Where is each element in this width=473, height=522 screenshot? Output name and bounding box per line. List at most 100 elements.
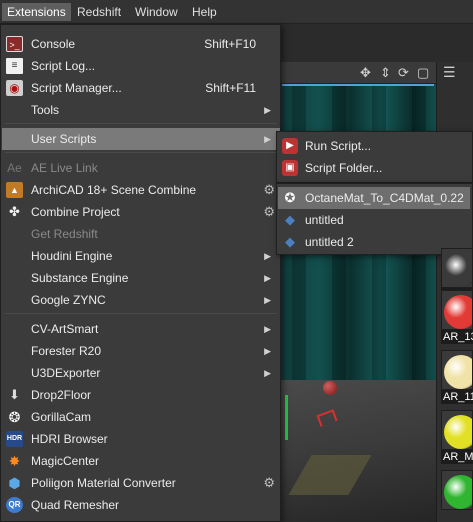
hdri-browser-icon: HDR — [6, 431, 23, 447]
menu-item-run-script[interactable]: ▶ Run Script... — [278, 135, 470, 157]
submenu-arrow-icon: ▶ — [264, 273, 271, 283]
menu-item-label: Quad Remesher — [31, 498, 120, 512]
menu-item-label: Get Redshift — [31, 227, 98, 241]
menu-item-google-zync[interactable]: Google ZYNC ▶ — [2, 289, 280, 311]
combine-project-icon: ✤ — [9, 204, 20, 219]
material-preview — [441, 410, 473, 450]
menu-item-label: Script Folder... — [305, 161, 383, 175]
hamburger-menu-icon[interactable]: ☰ — [443, 64, 456, 81]
menu-item-label: Substance Engine — [31, 271, 129, 285]
shortcut-label: Shift+F10 — [204, 37, 256, 51]
menu-item-get-redshift: Get Redshift — [2, 223, 280, 245]
console-icon: >_ — [6, 36, 23, 52]
menu-item-label: Google ZYNC — [31, 293, 106, 307]
gear-icon[interactable]: ⚙ — [263, 179, 275, 201]
menu-item-label: untitled 2 — [305, 235, 354, 249]
material-swatch[interactable]: AR_M — [441, 410, 473, 464]
material-label: AR_M — [441, 450, 473, 464]
menu-item-label: CV-ArtSmart — [31, 322, 99, 336]
menu-separator — [5, 123, 277, 124]
menu-item-cv-artsmart[interactable]: CV-ArtSmart ▶ — [2, 318, 280, 340]
material-ball — [444, 253, 472, 287]
menu-item-combine-project[interactable]: ✤ Combine Project ⚙ — [2, 201, 280, 223]
menu-item-substance-engine[interactable]: Substance Engine ▶ — [2, 267, 280, 289]
menu-item-untitled[interactable]: ◆ untitled — [278, 209, 470, 231]
menu-item-label: Script Manager... — [31, 81, 122, 95]
menu-item-script-manager[interactable]: ◉ Script Manager... Shift+F11 — [2, 77, 280, 99]
menu-item-hdri-browser[interactable]: HDR HDRI Browser — [2, 428, 280, 450]
menu-item-label: Script Log... — [31, 59, 96, 73]
menu-item-houdini-engine[interactable]: Houdini Engine ▶ — [2, 245, 280, 267]
menu-item-console[interactable]: >_ Console Shift+F10 — [2, 33, 280, 55]
submenu-arrow-icon: ▶ — [264, 251, 271, 261]
material-swatch[interactable]: AR_13 — [441, 290, 473, 344]
material-ball — [444, 295, 472, 329]
submenu-arrow-icon: ▶ — [264, 295, 271, 305]
menu-item-label: Forester R20 — [31, 344, 102, 358]
menu-item-u3dexporter[interactable]: U3DExporter ▶ — [2, 362, 280, 384]
material-swatch[interactable] — [441, 470, 473, 510]
menu-item-script-folder[interactable]: ▣ Script Folder... — [278, 157, 470, 179]
menu-item-label: AE Live Link — [31, 161, 98, 175]
material-label: AR_13 — [441, 330, 473, 344]
menu-item-label: untitled — [305, 213, 344, 227]
viewport-floor — [280, 380, 436, 522]
menu-item-script-log[interactable]: ≡ Script Log... — [2, 55, 280, 77]
menu-window[interactable]: Window — [130, 3, 183, 21]
y-axis-handle[interactable] — [285, 395, 288, 440]
material-preview — [441, 350, 473, 390]
material-swatch[interactable]: AR_11 — [441, 350, 473, 404]
menu-item-archicad[interactable]: ▲ ArchiCAD 18+ Scene Combine ⚙ — [2, 179, 280, 201]
menu-item-tools[interactable]: Tools ▶ — [2, 99, 280, 121]
menu-item-magiccenter[interactable]: ✸ MagicCenter — [2, 450, 280, 472]
menu-item-label: Houdini Engine — [31, 249, 113, 263]
gear-icon[interactable]: ⚙ — [263, 201, 275, 223]
menu-item-user-scripts[interactable]: User Scripts ▶ — [2, 128, 280, 150]
menu-item-label: U3DExporter — [31, 366, 101, 380]
menu-item-label: Combine Project — [31, 205, 120, 219]
dolly-icon[interactable]: ⇕ — [380, 65, 391, 81]
menu-item-label: Run Script... — [305, 139, 372, 153]
menu-separator — [5, 152, 277, 153]
viewport-toolbar: ✥ ⇕ ⟳ ▢ — [280, 62, 436, 84]
menu-extensions[interactable]: Extensions — [2, 3, 71, 21]
move-icon[interactable]: ✥ — [360, 65, 371, 81]
user-scripts-submenu: ▶ Run Script... ▣ Script Folder... — [276, 131, 473, 183]
red-sphere-object[interactable] — [323, 381, 337, 395]
scripts-submenu: ✪ OctaneMat_To_C4DMat_0.22 ◆ untitled ◆ … — [276, 183, 473, 255]
submenu-arrow-icon: ▶ — [264, 324, 271, 334]
menu-item-poliigon[interactable]: ⬢ Poliigon Material Converter ⚙ — [2, 472, 280, 494]
script-folder-icon: ▣ — [282, 160, 298, 176]
menu-item-label: OctaneMat_To_C4DMat_0.22 — [305, 191, 464, 205]
rotate-icon[interactable]: ⟳ — [398, 65, 409, 81]
material-preview — [441, 290, 473, 330]
python-icon: ◆ — [285, 234, 295, 249]
menu-item-quad-remesher[interactable]: QR Quad Remesher — [2, 494, 280, 516]
submenu-arrow-icon: ▶ — [264, 346, 271, 356]
maximize-icon[interactable]: ▢ — [417, 65, 429, 81]
run-script-icon: ▶ — [282, 138, 298, 154]
menu-help[interactable]: Help — [187, 3, 222, 21]
archicad-icon: ▲ — [6, 182, 23, 198]
submenu-arrow-icon: ▶ — [264, 134, 271, 144]
material-ball — [444, 355, 472, 389]
gear-icon[interactable]: ⚙ — [263, 472, 275, 494]
menu-item-ae-live-link: Ae AE Live Link — [2, 157, 280, 179]
menu-item-label: GorillaCam — [31, 410, 92, 424]
menu-item-gorillacam[interactable]: ❂ GorillaCam — [2, 406, 280, 428]
menu-item-forester[interactable]: Forester R20 ▶ — [2, 340, 280, 362]
poliigon-icon: ⬢ — [8, 475, 21, 491]
menu-redshift[interactable]: Redshift — [72, 3, 126, 21]
menu-item-label: Tools — [31, 103, 60, 117]
menu-item-label: MagicCenter — [31, 454, 100, 468]
menu-item-label: HDRI Browser — [31, 432, 108, 446]
menu-item-label: Poliigon Material Converter — [31, 476, 176, 490]
menu-bar: Extensions Redshift Window Help — [0, 0, 473, 24]
extensions-dropdown: >_ Console Shift+F10 ≡ Script Log... ◉ S… — [0, 24, 281, 522]
material-ball — [444, 415, 472, 449]
menu-item-label: ArchiCAD 18+ Scene Combine — [31, 183, 197, 197]
menu-item-drop2floor[interactable]: ⬇ Drop2Floor — [2, 384, 280, 406]
material-preview — [441, 248, 473, 288]
submenu-arrow-icon: ▶ — [264, 368, 271, 378]
menu-item-octane-script[interactable]: ✪ OctaneMat_To_C4DMat_0.22 — [278, 187, 470, 209]
